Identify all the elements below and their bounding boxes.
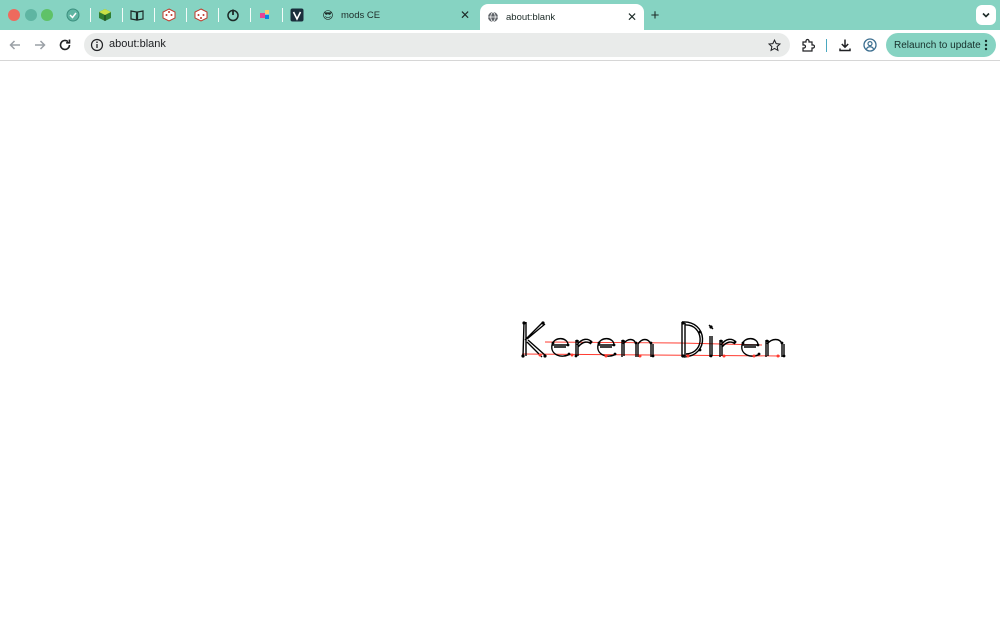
tab-separator — [282, 8, 283, 22]
arrow-left-icon — [9, 40, 20, 50]
forward-button[interactable] — [30, 35, 50, 55]
back-button[interactable] — [5, 35, 25, 55]
pinned-tab-power-icon[interactable] — [224, 6, 242, 24]
pinned-tab-dice-icon[interactable] — [160, 6, 178, 24]
tab-title: about:blank — [506, 11, 556, 23]
relaunch-label: Relaunch to update — [894, 39, 981, 51]
extensions-puzzle-icon[interactable] — [799, 36, 817, 54]
url-text[interactable]: about:blank — [109, 38, 166, 50]
tab-about-blank[interactable]: about:blank ✕ — [480, 4, 644, 30]
new-tab-button[interactable]: + — [646, 6, 664, 24]
download-icon[interactable] — [836, 36, 854, 54]
pinned-tab-book-icon[interactable] — [128, 6, 146, 24]
tab-title: mods CE — [341, 9, 381, 21]
arrow-right-icon — [35, 40, 46, 50]
tab-separator — [90, 8, 91, 22]
globe-icon — [486, 10, 500, 24]
pinned-tab-dice-icon[interactable] — [192, 6, 210, 24]
tab-separator — [250, 8, 251, 22]
toolbar-divider — [826, 39, 827, 52]
tab-separator — [122, 8, 123, 22]
window-close-button[interactable] — [8, 9, 20, 21]
window-maximize-button[interactable] — [41, 9, 53, 21]
bookmark-star-icon[interactable] — [766, 37, 782, 53]
pinned-tab-vimeo-icon[interactable] — [288, 6, 306, 24]
tab-strip: 😎 mods CE ✕ about:blank ✕ + — [0, 0, 1000, 30]
pinned-tab-puzzle-icon[interactable] — [256, 6, 274, 24]
tab-separator — [154, 8, 155, 22]
sunglasses-emoji-icon: 😎 — [322, 9, 334, 22]
close-icon[interactable]: ✕ — [624, 9, 640, 25]
close-icon[interactable]: ✕ — [457, 7, 473, 23]
profile-avatar-icon[interactable] — [861, 36, 879, 54]
handwriting-drawing — [521, 321, 786, 358]
tab-separator — [218, 8, 219, 22]
address-bar[interactable]: about:blank — [84, 33, 790, 57]
page-content — [0, 62, 1000, 625]
relaunch-to-update-button[interactable]: Relaunch to update — [886, 33, 996, 57]
info-icon[interactable] — [90, 38, 104, 52]
tab-separator — [186, 8, 187, 22]
pinned-tab-shield-icon[interactable] — [64, 6, 82, 24]
reload-icon — [59, 39, 71, 51]
pinned-tab-cube-icon[interactable] — [96, 6, 114, 24]
reload-button[interactable] — [55, 35, 75, 55]
chevron-down-icon — [982, 12, 990, 18]
window-minimize-button[interactable] — [25, 9, 37, 21]
browser-toolbar: about:blank Relaunch to update — [0, 30, 1000, 61]
tab-search-button[interactable] — [976, 5, 996, 25]
tab-mods-ce[interactable]: 😎 mods CE ✕ — [315, 4, 477, 26]
kebab-menu-icon[interactable] — [981, 39, 992, 51]
